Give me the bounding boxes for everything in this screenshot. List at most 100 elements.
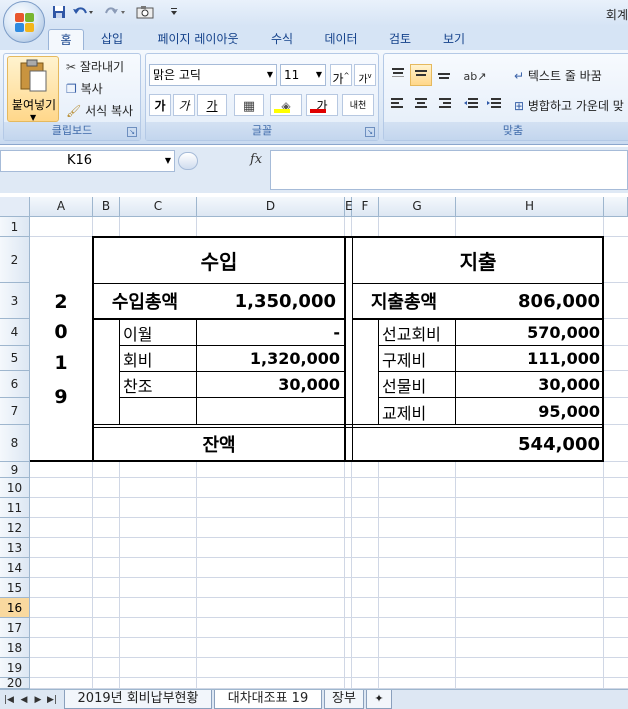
- align-center-icon: [415, 98, 427, 108]
- row-header[interactable]: 6: [0, 371, 30, 398]
- align-top-button[interactable]: [387, 64, 409, 86]
- phonetic-button[interactable]: 내천: [342, 94, 374, 116]
- orientation-button[interactable]: ab↗: [460, 64, 490, 86]
- first-sheet-icon[interactable]: |◀: [3, 693, 15, 707]
- name-box[interactable]: K16 ▼: [0, 150, 175, 172]
- tab-view[interactable]: 보기: [434, 29, 474, 50]
- year-digit: 1: [54, 352, 68, 374]
- formula-divider[interactable]: [178, 152, 198, 170]
- prev-sheet-icon[interactable]: ◀: [18, 693, 30, 707]
- worksheet-grid[interactable]: ABCDEFGH 1 2 3 4 5 6 7 8 9 10 11 12 13 14 15 16 17 18 19 20…: [0, 197, 628, 689]
- fill-color-button[interactable]: ◈: [270, 94, 302, 116]
- shrink-font-button[interactable]: 가v: [354, 64, 376, 86]
- row-header[interactable]: 10: [0, 478, 30, 498]
- sheet-tab-ledger[interactable]: 장부: [324, 690, 364, 709]
- tab-page-layout[interactable]: 페이지 레이아웃: [146, 29, 250, 50]
- column-header-g[interactable]: G: [379, 197, 456, 217]
- align-right-button[interactable]: [433, 94, 455, 116]
- decrease-indent-button[interactable]: [460, 94, 482, 116]
- column-header-c[interactable]: C: [120, 197, 197, 217]
- border-button[interactable]: ▦: [234, 94, 264, 116]
- dialog-launcher-icon[interactable]: ↘: [127, 127, 137, 137]
- paste-button[interactable]: 붙여넣기 ▼: [7, 56, 59, 122]
- income-item-label: 찬조: [123, 376, 153, 396]
- income-item-label: 이월: [123, 324, 153, 344]
- underline-button[interactable]: 가: [197, 94, 227, 116]
- fx-icon[interactable]: fx: [250, 152, 262, 167]
- save-icon[interactable]: [52, 5, 66, 21]
- row-header[interactable]: 14: [0, 558, 30, 578]
- column-header-a[interactable]: A: [30, 197, 93, 217]
- row-header[interactable]: 5: [0, 346, 30, 371]
- customize-icon[interactable]: [170, 5, 178, 21]
- tab-review[interactable]: 검토: [380, 29, 420, 50]
- sheet-tab-balance-sheet[interactable]: 대차대조표 19: [214, 690, 322, 709]
- format-painter-button[interactable]: 🖌 서식 복사: [66, 102, 133, 119]
- row-header[interactable]: 16: [0, 598, 30, 618]
- column-header-e[interactable]: E: [345, 197, 353, 217]
- font-group: 맑은 고딕 ▼ 11 ▼ 가^ 가v 가 가 가 ▦ ◈ 가 내천 글꼴 ↘: [145, 53, 379, 141]
- next-sheet-icon[interactable]: ▶: [32, 693, 44, 707]
- camera-icon[interactable]: [136, 5, 154, 21]
- align-bottom-button[interactable]: [433, 64, 455, 86]
- redo-icon[interactable]: [104, 5, 126, 21]
- table-border: [30, 460, 604, 462]
- tab-insert[interactable]: 삽입: [92, 29, 132, 50]
- row-header[interactable]: 9: [0, 462, 30, 478]
- sheet-tab-bar: |◀ ◀ ▶ ▶| 2019년 회비납부현황 대차대조표 19 장부 ✦: [0, 689, 628, 709]
- expense-header: 지출: [459, 249, 497, 274]
- row-header[interactable]: 19: [0, 658, 30, 678]
- row-header[interactable]: 11: [0, 498, 30, 518]
- dialog-launcher-icon[interactable]: ↘: [365, 127, 375, 137]
- row-header[interactable]: 20: [0, 676, 30, 689]
- sheet-tab-membership[interactable]: 2019년 회비납부현황: [64, 690, 212, 709]
- row-header[interactable]: 8: [0, 425, 30, 462]
- income-item-label: [120, 398, 196, 425]
- row-header[interactable]: 13: [0, 538, 30, 558]
- align-middle-icon: [415, 70, 427, 76]
- tab-home[interactable]: 홈: [48, 29, 84, 50]
- row-header[interactable]: 17: [0, 618, 30, 638]
- row-header[interactable]: 4: [0, 319, 30, 346]
- column-header-f[interactable]: F: [352, 197, 379, 217]
- row-header[interactable]: 12: [0, 518, 30, 538]
- merge-center-button[interactable]: ⊞ 병합하고 가운데 맞: [514, 97, 624, 114]
- formula-input[interactable]: [270, 150, 628, 190]
- column-header-d[interactable]: D: [197, 197, 345, 217]
- font-color-button[interactable]: 가: [306, 94, 338, 116]
- row-header[interactable]: 3: [0, 283, 30, 319]
- row-header[interactable]: 1: [0, 217, 30, 237]
- italic-button[interactable]: 가: [173, 94, 195, 116]
- copy-button[interactable]: ❐ 복사: [66, 80, 103, 97]
- office-button[interactable]: [3, 1, 45, 43]
- shrink-font-label: 가: [358, 74, 368, 86]
- bold-button[interactable]: 가: [149, 94, 171, 116]
- expense-item-label: 구제비: [382, 350, 427, 370]
- wrap-text-button[interactable]: ↵ 텍스트 줄 바꿈: [514, 67, 602, 84]
- align-left-button[interactable]: [387, 94, 409, 116]
- chevron-down-icon: ▼: [164, 156, 171, 165]
- tab-formulas[interactable]: 수식: [262, 29, 302, 50]
- column-header-h[interactable]: H: [456, 197, 604, 217]
- align-bottom-icon: [438, 73, 450, 79]
- insert-sheet-icon[interactable]: ✦: [366, 690, 392, 709]
- font-size-select[interactable]: 11 ▼: [280, 64, 326, 86]
- cut-label: 잘라내기: [79, 60, 125, 74]
- row-header[interactable]: 7: [0, 398, 30, 425]
- font-name-select[interactable]: 맑은 고딕 ▼: [149, 64, 277, 86]
- last-sheet-icon[interactable]: ▶|: [46, 693, 58, 707]
- grow-font-button[interactable]: 가^: [330, 64, 352, 86]
- align-center-button[interactable]: [410, 94, 432, 116]
- increase-indent-button[interactable]: [483, 94, 505, 116]
- row-header[interactable]: 18: [0, 638, 30, 658]
- select-all-corner[interactable]: [0, 197, 30, 217]
- undo-icon[interactable]: [72, 5, 94, 21]
- tab-data[interactable]: 데이터: [316, 29, 366, 50]
- align-middle-button[interactable]: [410, 64, 432, 86]
- align-top-icon: [392, 68, 404, 77]
- column-header-b[interactable]: B: [93, 197, 120, 217]
- copy-icon: ❐: [66, 82, 77, 96]
- row-header[interactable]: 15: [0, 578, 30, 598]
- row-header[interactable]: 2: [0, 237, 30, 283]
- cut-button[interactable]: ✂ 잘라내기: [66, 58, 124, 75]
